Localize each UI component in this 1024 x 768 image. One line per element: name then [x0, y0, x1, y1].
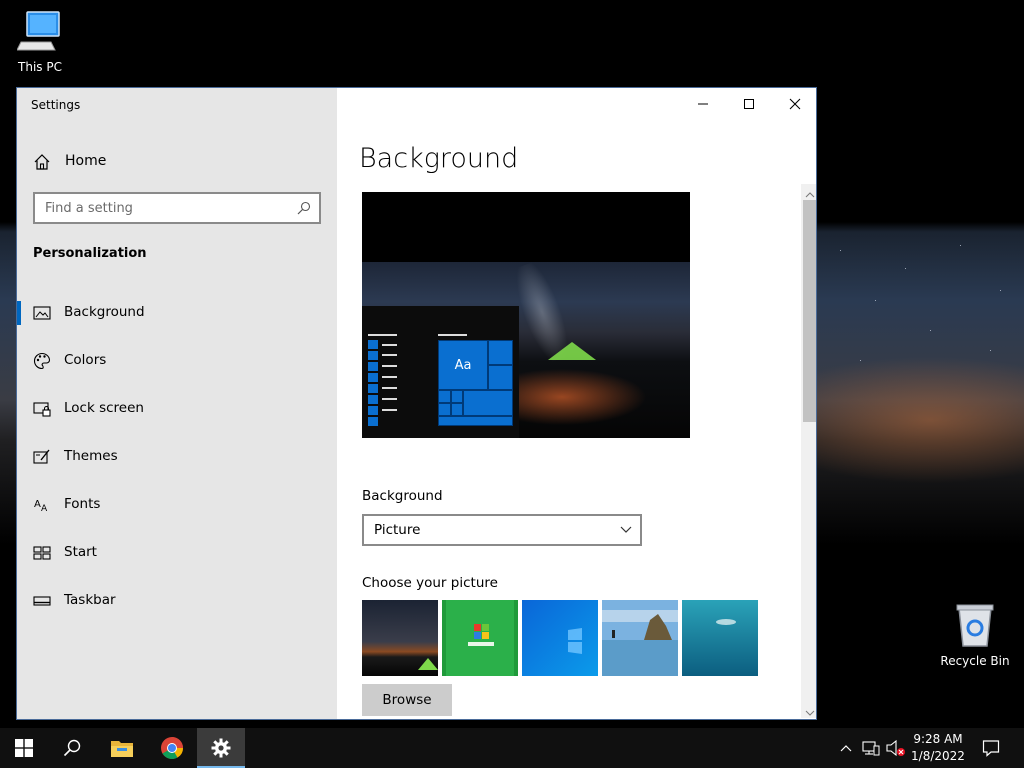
clock-time: 9:28 AM [913, 732, 963, 746]
show-hidden-icons-button[interactable] [836, 728, 856, 768]
windows-xp-thumbnail [442, 600, 518, 676]
svg-text:A: A [41, 504, 48, 514]
windows-logo-icon [15, 739, 33, 757]
sidebar-item-label: Taskbar [64, 592, 116, 608]
svg-text:A: A [34, 499, 41, 510]
sidebar-item-label: Home [65, 153, 107, 169]
notifications-button[interactable] [976, 728, 1006, 768]
maximize-button[interactable] [726, 88, 772, 120]
sidebar-item-home[interactable]: Home [17, 144, 337, 180]
search-icon [297, 201, 311, 215]
taskbar-search-button[interactable] [48, 728, 96, 768]
network-icon [862, 741, 880, 756]
taskbar-icon [33, 596, 51, 606]
sidebar-item-lock-screen[interactable]: Lock screen [17, 389, 337, 429]
maximize-icon [744, 99, 754, 109]
sidebar-item-label: Background [64, 304, 145, 320]
gear-icon [211, 738, 231, 758]
network-tray-button[interactable] [860, 728, 882, 768]
underwater-swimmer-thumbnail [682, 600, 758, 676]
fonts-icon: A A [34, 499, 48, 514]
sidebar-item-label: Fonts [64, 496, 101, 512]
background-label: Background [362, 488, 443, 504]
night-sky-tent-thumbnail [362, 600, 438, 676]
taskbar-settings[interactable] [197, 728, 245, 768]
windows-10-thumbnail [522, 600, 598, 676]
picture-thumbnail-4[interactable] [602, 600, 678, 676]
palette-icon [34, 352, 51, 370]
preview-tile-aa: Aa [438, 340, 488, 390]
browse-button[interactable]: Browse [362, 684, 452, 716]
scroll-down-button[interactable] [803, 704, 816, 716]
picture-thumbnail-3[interactable] [522, 600, 598, 676]
themes-icon [33, 449, 50, 464]
search-input[interactable] [35, 194, 285, 222]
desktop-icon-label: Recycle Bin [940, 654, 1010, 668]
notification-icon [982, 740, 1000, 757]
sidebar-item-themes[interactable]: Themes [17, 437, 337, 477]
close-icon [789, 98, 801, 110]
sidebar-item-colors[interactable]: Colors [17, 341, 337, 381]
lock-screen-icon [33, 402, 51, 417]
scrollbar-thumb[interactable] [803, 200, 816, 422]
page-title: Background [359, 143, 519, 174]
section-title: Personalization [33, 246, 147, 261]
minimize-button[interactable] [680, 88, 726, 120]
search-icon [63, 739, 81, 757]
background-preview: Aa [362, 192, 690, 438]
sidebar-item-label: Lock screen [64, 400, 144, 416]
start-icon [33, 546, 51, 560]
preview-start-list [368, 340, 378, 428]
picture-icon [33, 306, 51, 320]
minimize-icon [698, 103, 708, 105]
taskbar-chrome[interactable] [148, 728, 196, 768]
sidebar-item-label: Start [64, 544, 97, 560]
sidebar-item-taskbar[interactable]: Taskbar [17, 581, 337, 621]
window-title: Settings [31, 98, 81, 112]
chevron-down-icon [805, 710, 815, 716]
beach-rocks-thumbnail [602, 600, 678, 676]
taskbar-file-explorer[interactable] [98, 728, 146, 768]
sidebar-item-start[interactable]: Start [17, 533, 337, 573]
chevron-down-icon [620, 526, 632, 533]
sidebar-item-fonts[interactable]: A A Fonts [17, 485, 337, 525]
close-button[interactable] [772, 88, 816, 120]
choose-picture-label: Choose your picture [362, 575, 498, 591]
sidebar: Settings Home Personalization Background [17, 88, 337, 719]
sidebar-item-label: Colors [64, 352, 107, 368]
picture-thumbnail-5[interactable] [682, 600, 758, 676]
preview-tent [548, 342, 596, 360]
settings-window: Settings Home Personalization Background [16, 87, 817, 720]
sidebar-item-background[interactable]: Background [17, 293, 337, 333]
taskbar: 9:28 AM 1/8/2022 [0, 728, 1024, 768]
start-button[interactable] [0, 728, 48, 768]
clock-date: 1/8/2022 [911, 749, 965, 763]
dropdown-value: Picture [374, 522, 421, 538]
chrome-icon [161, 737, 183, 759]
background-type-dropdown[interactable]: Picture [362, 514, 642, 546]
desktop-icon-label: This PC [18, 60, 62, 74]
sidebar-item-label: Themes [64, 448, 118, 464]
computer-icon [16, 11, 60, 51]
scroll-up-button[interactable] [803, 186, 816, 198]
picture-thumbnail-2[interactable] [442, 600, 518, 676]
search-box[interactable] [33, 192, 321, 224]
picture-thumbnail-1[interactable] [362, 600, 438, 676]
recycle-bin-icon [956, 604, 994, 647]
clock[interactable]: 9:28 AM 1/8/2022 [900, 731, 976, 765]
preview-start-menu: Aa [362, 306, 519, 438]
home-icon [34, 154, 50, 170]
folder-icon [111, 741, 133, 757]
desktop-icon-recycle-bin[interactable]: Recycle Bin [935, 602, 1015, 668]
desktop-icon-this-pc[interactable]: This PC [0, 10, 80, 74]
chevron-up-icon [840, 745, 852, 752]
